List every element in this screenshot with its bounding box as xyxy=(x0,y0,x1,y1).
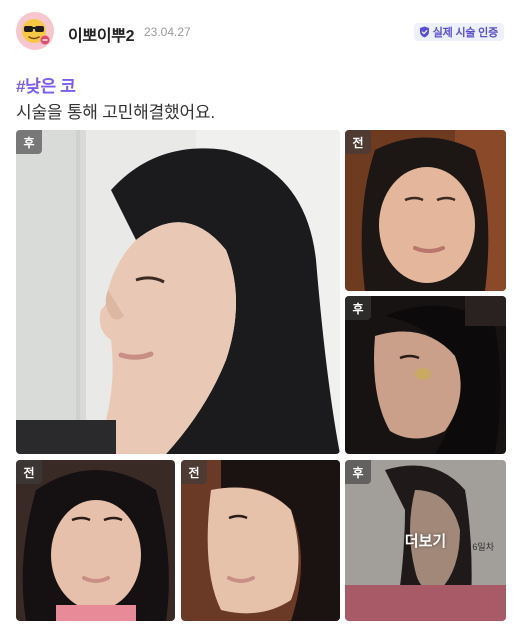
photo-tag: 후 xyxy=(345,296,371,320)
verified-badge: 실제 시술 인증 xyxy=(413,23,504,41)
username[interactable]: 이뽀이뿌2 xyxy=(68,22,135,46)
photo-thumb-more[interactable]: 후 더보기 6일차 xyxy=(345,460,506,621)
photo-main[interactable]: 후 xyxy=(16,130,340,454)
post-date: 23.04.27 xyxy=(144,25,191,39)
verified-badge-label: 실제 시술 인증 xyxy=(432,27,498,39)
sunglasses-emoji-icon xyxy=(16,12,54,50)
photo-thumb[interactable]: 전 xyxy=(181,460,340,621)
hashtag[interactable]: #낮은 코 xyxy=(16,72,76,97)
photo-thumb[interactable]: 전 xyxy=(16,460,175,621)
post-text: 시술을 통해 고민해결했어요. xyxy=(16,103,215,122)
photo-tag: 전 xyxy=(16,460,42,484)
post-header: 이뽀이뿌2 23.04.27 실제 시술 인증 xyxy=(0,0,526,64)
photo-thumb[interactable]: 후 xyxy=(345,296,506,454)
photo-tag: 후 xyxy=(16,130,42,154)
user-avatar[interactable] xyxy=(16,12,54,50)
photo-caption: 6일차 xyxy=(472,542,494,552)
photo-tag: 전 xyxy=(345,130,371,154)
photo-tag: 전 xyxy=(181,460,207,484)
photo-thumb[interactable]: 전 xyxy=(345,130,506,291)
verified-shield-icon xyxy=(419,26,429,38)
